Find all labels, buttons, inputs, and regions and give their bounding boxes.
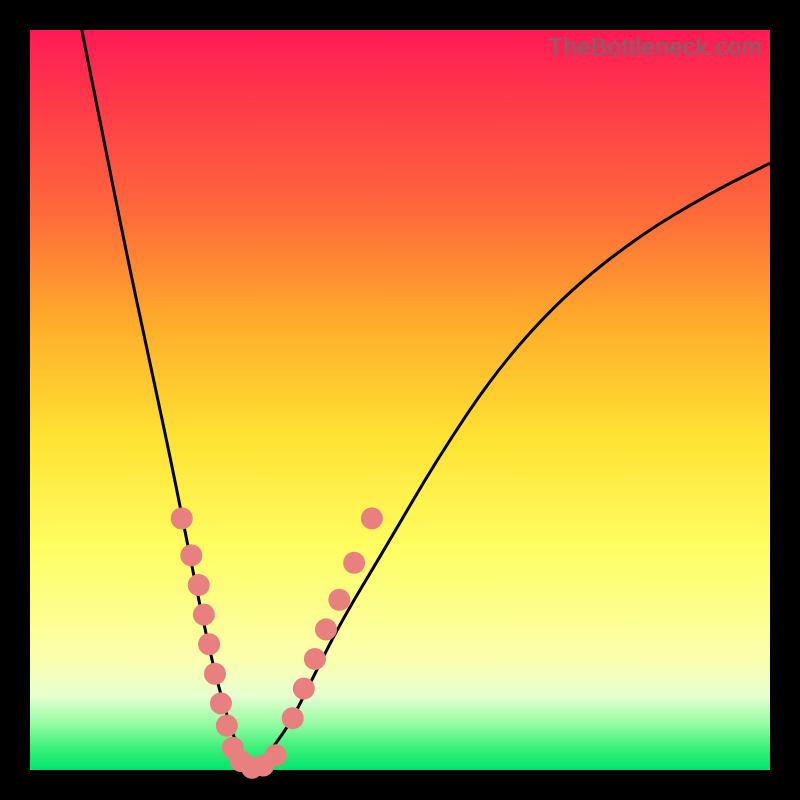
- chart-frame: TheBottleneck.com: [0, 0, 800, 800]
- plot-area: TheBottleneck.com: [30, 30, 770, 770]
- data-point: [293, 678, 315, 700]
- data-point: [361, 507, 383, 529]
- data-point: [204, 663, 226, 685]
- data-point: [188, 574, 210, 596]
- data-point: [265, 744, 287, 766]
- data-point: [210, 692, 232, 714]
- data-point: [193, 604, 215, 626]
- data-markers: [171, 507, 383, 778]
- data-point: [216, 715, 238, 737]
- data-point: [328, 589, 350, 611]
- data-point: [171, 507, 193, 529]
- data-point: [282, 707, 304, 729]
- data-point: [198, 633, 220, 655]
- data-point: [304, 648, 326, 670]
- bottleneck-curve: [82, 30, 770, 766]
- chart-svg: [30, 30, 770, 770]
- data-point: [315, 618, 337, 640]
- data-point: [343, 552, 365, 574]
- data-point: [180, 544, 202, 566]
